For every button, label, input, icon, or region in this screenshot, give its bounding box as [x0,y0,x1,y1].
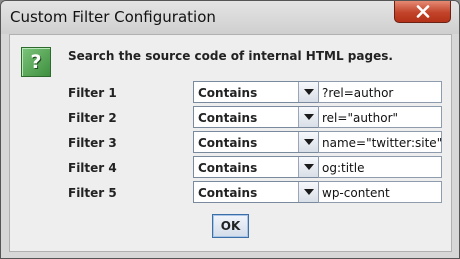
chevron-down-icon [304,164,314,170]
filter-1-dropdown-button[interactable] [298,82,318,102]
filter-1-operator-value: Contains [198,86,258,100]
filter-3-dropdown-button[interactable] [298,132,318,152]
filter-4-label: Filter 4 [68,161,117,175]
close-button[interactable] [394,1,451,23]
filter-2-operator-select[interactable]: Contains [193,106,319,128]
filter-5-operator-value: Contains [198,186,258,200]
filter-5-label: Filter 5 [68,186,117,200]
filter-1-value-input[interactable]: ?rel=author [318,81,442,103]
close-icon [416,5,430,18]
filter-3-value-text: name="twitter:site" [322,136,443,150]
filter-3-value-input[interactable]: name="twitter:site" [318,131,442,153]
question-icon: ? [21,47,51,77]
filter-5-value-text: wp-content [322,186,390,200]
filter-5-value-input[interactable]: wp-content [318,181,442,203]
filter-2-operator-value: Contains [198,111,258,125]
filter-3-operator-select[interactable]: Contains [193,131,319,153]
ok-button[interactable]: OK [212,214,249,238]
filter-5-dropdown-button[interactable] [298,182,318,202]
title-bar[interactable]: Custom Filter Configuration [1,1,459,34]
filter-1-label: Filter 1 [68,86,117,100]
chevron-down-icon [304,89,314,95]
filter-2-value-input[interactable]: rel="author" [318,106,442,128]
chevron-down-icon [304,139,314,145]
filter-1-operator-select[interactable]: Contains [193,81,319,103]
filter-2-dropdown-button[interactable] [298,107,318,127]
chevron-down-icon [304,114,314,120]
filter-3-label: Filter 3 [68,136,117,150]
filter-2-label: Filter 2 [68,111,117,125]
filter-4-value-text: og:title [322,161,365,175]
dialog-window: Custom Filter Configuration ? Search the… [0,0,460,259]
filter-4-value-input[interactable]: og:title [318,156,442,178]
dialog-content: ? Search the source code of internal HTM… [9,34,452,252]
filter-3-operator-value: Contains [198,136,258,150]
filter-1-value-text: ?rel=author [322,86,394,100]
filter-4-operator-select[interactable]: Contains [193,156,319,178]
filter-4-operator-value: Contains [198,161,258,175]
description-text: Search the source code of internal HTML … [68,49,393,63]
filter-4-dropdown-button[interactable] [298,157,318,177]
window-title: Custom Filter Configuration [10,8,216,26]
filter-2-value-text: rel="author" [322,111,399,125]
chevron-down-icon [304,189,314,195]
filter-5-operator-select[interactable]: Contains [193,181,319,203]
